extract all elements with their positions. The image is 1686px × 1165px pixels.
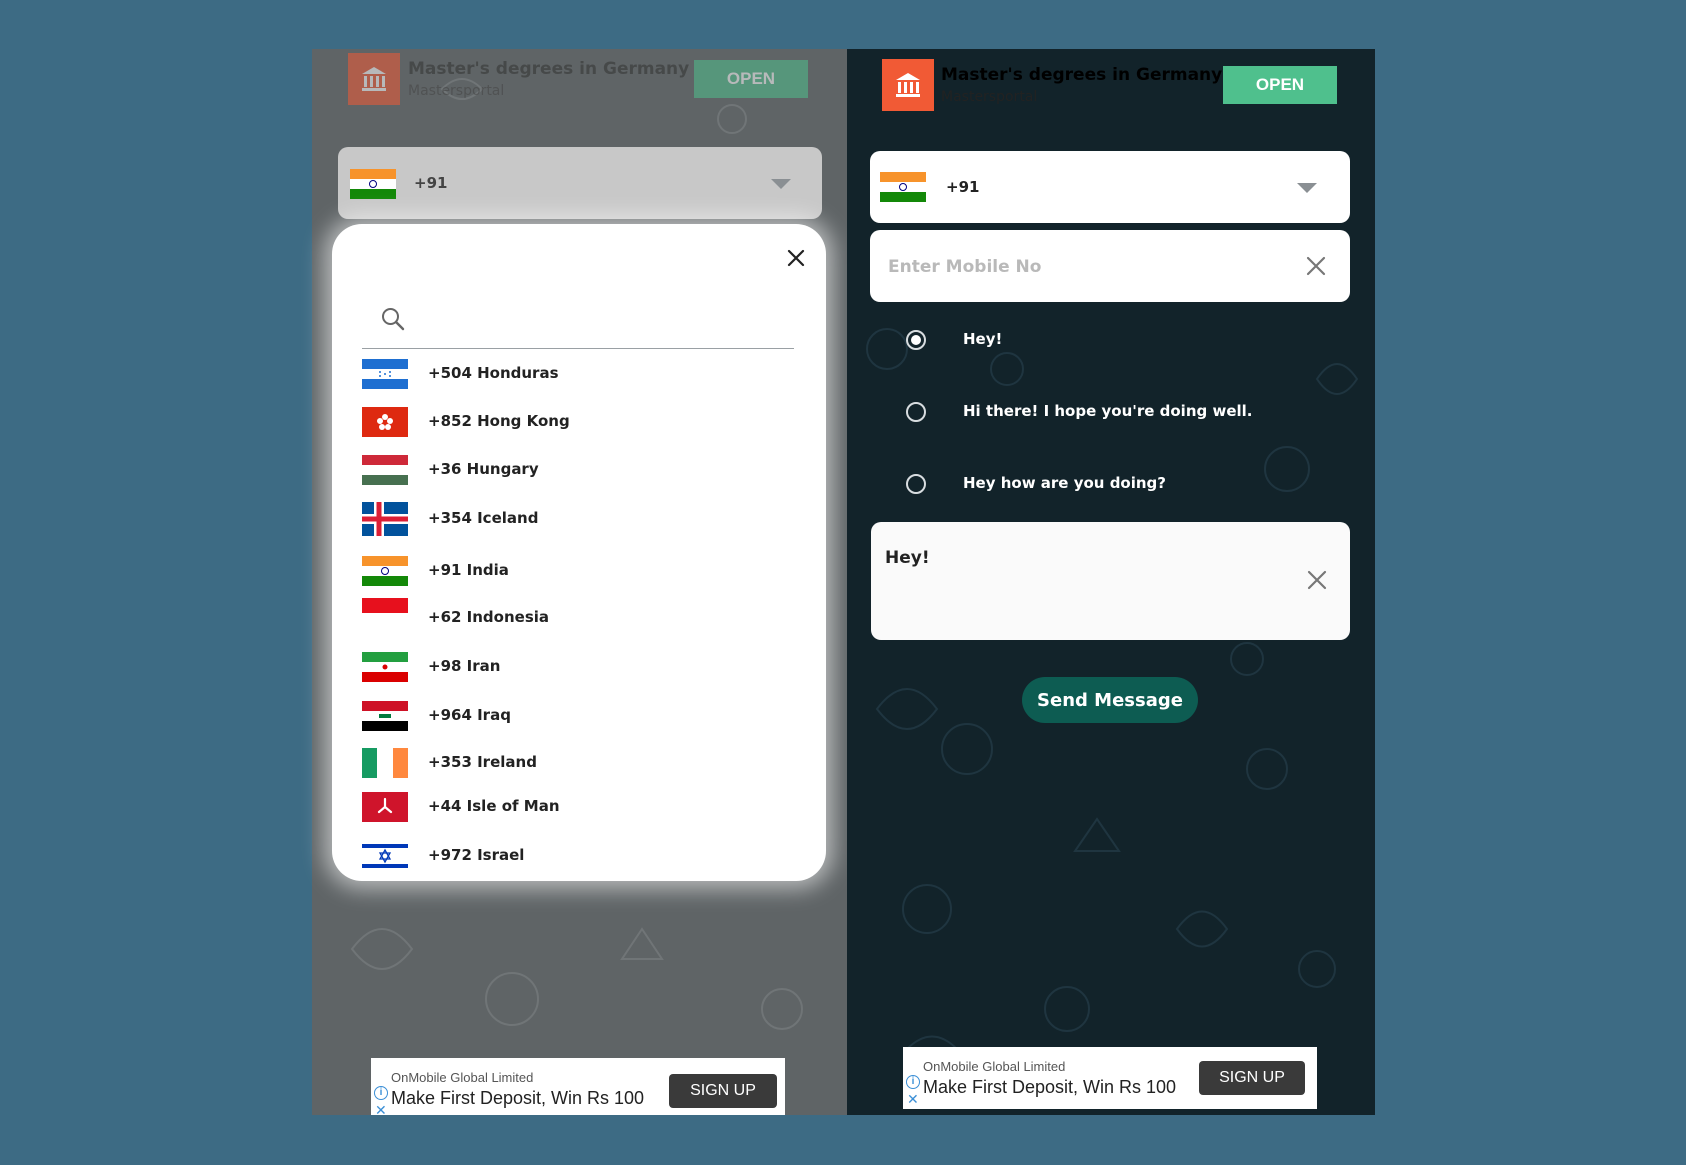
india-flag-icon <box>350 169 396 199</box>
country-item-india[interactable]: +91 India <box>362 549 794 593</box>
country-search-input[interactable] <box>422 302 786 336</box>
country-item-isle-of-man[interactable]: +44 Isle of Man <box>362 785 794 829</box>
search-icon <box>382 308 405 331</box>
ad-company: OnMobile Global Limited <box>923 1059 1066 1074</box>
top-ad-banner[interactable]: Master's degrees in Germany Mastersporta… <box>847 49 1375 139</box>
ad-close-icon[interactable]: ✕ <box>375 1103 387 1115</box>
indonesia-flag-icon <box>362 598 408 628</box>
ad-headline: Make First Deposit, Win Rs 100 <box>391 1088 645 1108</box>
chevron-down-icon <box>771 179 791 189</box>
sign-up-button[interactable]: SIGN UP <box>669 1074 777 1108</box>
clear-mobile-icon[interactable] <box>1306 256 1326 276</box>
ireland-flag-icon <box>362 748 408 778</box>
template-radio-2[interactable] <box>906 402 926 422</box>
mobile-number-input[interactable] <box>886 250 1270 284</box>
info-icon[interactable]: i <box>374 1086 388 1100</box>
country-item-indonesia[interactable]: +62 Indonesia <box>362 596 794 640</box>
country-picker-modal: +504 Honduras +852 Hong Kong +36 Hungary… <box>332 224 826 881</box>
sign-up-button[interactable]: SIGN UP <box>1199 1061 1305 1095</box>
template-label-2[interactable]: Hi there! I hope you're doing well. <box>963 402 1252 420</box>
honduras-flag-icon <box>362 359 408 389</box>
ad-close-icon[interactable]: ✕ <box>907 1092 919 1106</box>
bottom-ad-banner[interactable]: i ✕ OnMobile Global Limited Make First D… <box>903 1047 1317 1109</box>
country-code-select[interactable]: +91 <box>870 151 1350 223</box>
hong-kong-flag-icon <box>362 407 408 437</box>
country-item-hong-kong[interactable]: +852 Hong Kong <box>362 400 794 444</box>
hungary-flag-icon <box>362 455 408 485</box>
ad-company: OnMobile Global Limited <box>391 1070 534 1085</box>
ad-title: Master's degrees in Germany <box>941 65 1223 85</box>
country-label: +504 Honduras <box>428 364 559 382</box>
top-ad-banner[interactable]: Master's degrees in Germany Mastersporta… <box>312 49 847 139</box>
isle-of-man-flag-icon <box>362 792 408 822</box>
selected-country-code: +91 <box>414 174 448 192</box>
country-item-israel[interactable]: +972 Israel <box>362 834 794 878</box>
country-item-ireland[interactable]: +353 Ireland <box>362 741 794 785</box>
india-flag-icon <box>880 172 926 202</box>
info-icon[interactable]: i <box>906 1075 920 1089</box>
country-label: +354 Iceland <box>428 509 539 527</box>
selected-country-code: +91 <box>946 178 980 196</box>
mobile-number-field[interactable] <box>870 230 1350 302</box>
clear-message-icon[interactable] <box>1307 570 1327 590</box>
india-flag-icon <box>362 556 408 586</box>
country-label: +44 Isle of Man <box>428 797 560 815</box>
template-label-1[interactable]: Hey! <box>963 330 1002 348</box>
ad-title: Master's degrees in Germany <box>408 59 690 79</box>
iceland-flag-icon <box>362 502 408 536</box>
university-icon <box>348 53 400 105</box>
country-label: +353 Ireland <box>428 753 537 771</box>
country-label: +98 Iran <box>428 657 501 675</box>
close-icon[interactable] <box>784 246 808 270</box>
message-text[interactable]: Hey! <box>885 548 930 568</box>
country-item-iran[interactable]: +98 Iran <box>362 645 794 689</box>
university-icon <box>882 59 934 111</box>
country-label: +36 Hungary <box>428 460 539 478</box>
country-item-honduras[interactable]: +504 Honduras <box>362 352 794 396</box>
chevron-down-icon <box>1297 183 1317 193</box>
country-code-select[interactable]: +91 <box>338 147 822 219</box>
bottom-ad-banner[interactable]: i ✕ OnMobile Global Limited Make First D… <box>371 1058 785 1115</box>
country-label: +852 Hong Kong <box>428 412 570 430</box>
template-radio-1[interactable] <box>906 330 926 350</box>
open-button[interactable]: OPEN <box>694 60 808 98</box>
country-item-iraq[interactable]: +964 Iraq <box>362 694 794 738</box>
message-textarea[interactable]: Hey! <box>871 522 1350 640</box>
country-label: +972 Israel <box>428 846 525 864</box>
iraq-flag-icon <box>362 701 408 731</box>
country-label: +91 India <box>428 561 509 579</box>
template-label-3[interactable]: Hey how are you doing? <box>963 474 1166 492</box>
israel-flag-icon <box>362 841 408 871</box>
country-label: +964 Iraq <box>428 706 511 724</box>
ad-subtitle: Mastersportal <box>408 83 505 99</box>
send-message-button[interactable]: Send Message <box>1022 677 1198 723</box>
open-button[interactable]: OPEN <box>1223 66 1337 104</box>
template-radio-3[interactable] <box>906 474 926 494</box>
iran-flag-icon <box>362 652 408 682</box>
ad-headline: Make First Deposit, Win Rs 100 <box>923 1077 1177 1097</box>
right-screen: Master's degrees in Germany Mastersporta… <box>847 49 1375 1115</box>
country-item-hungary[interactable]: +36 Hungary <box>362 448 794 492</box>
country-item-iceland[interactable]: +354 Iceland <box>362 497 794 541</box>
country-label: +62 Indonesia <box>428 608 550 626</box>
country-search-row <box>362 288 794 349</box>
ad-subtitle: Mastersportal <box>941 89 1038 105</box>
